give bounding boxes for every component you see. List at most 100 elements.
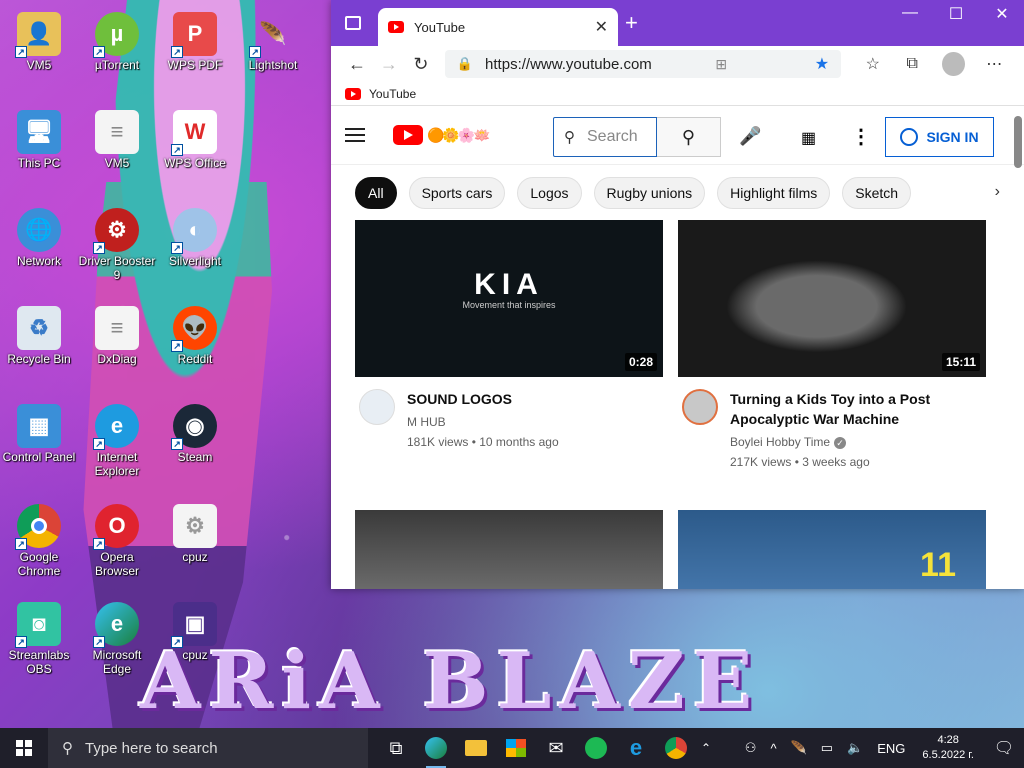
chip-rugby-unions[interactable]: Rugby unions bbox=[593, 176, 706, 209]
people-icon[interactable]: ⚇ bbox=[738, 740, 764, 756]
favorite-star-icon[interactable]: ★ bbox=[815, 54, 829, 74]
video-channel[interactable]: M HUB bbox=[407, 415, 559, 429]
task-view-icon[interactable]: ⧉ bbox=[376, 728, 416, 768]
chrome-icon[interactable] bbox=[656, 728, 696, 768]
app-available-icon[interactable]: ⊞ bbox=[715, 56, 727, 73]
video-card[interactable]: 15:11 Turning a Kids Toy into a Post Apo… bbox=[678, 220, 986, 469]
desktop-icon-utorrent[interactable]: µ ↗ µTorrent bbox=[78, 8, 156, 104]
feather-tray-icon[interactable]: 🪶 bbox=[784, 740, 814, 756]
desktop-icon-recycle-bin[interactable]: ♻ Recycle Bin bbox=[0, 302, 78, 398]
desktop-icon-streamlabs-obs[interactable]: ◙ ↗ Streamlabs OBS bbox=[0, 598, 78, 694]
video-title[interactable]: SOUND LOGOS bbox=[407, 389, 559, 409]
url-field[interactable]: 🔒 https://www.youtube.com ⊞ ★ bbox=[444, 50, 842, 78]
chip-all[interactable]: All bbox=[355, 176, 397, 209]
desktop-icon-silverlight[interactable]: ◐ ↗ Silverlight bbox=[156, 204, 234, 300]
desktop-icon-network[interactable]: 🌐 Network bbox=[0, 204, 78, 300]
start-button[interactable] bbox=[0, 728, 48, 768]
video-card[interactable] bbox=[355, 510, 663, 589]
desktop-icon-driver-booster[interactable]: ⚙ ↗ Driver Booster 9 bbox=[78, 204, 156, 300]
video-thumbnail[interactable]: KIA Movement that inspires 0:28 bbox=[355, 220, 663, 377]
taskbar-apps: ⧉ ✉ e ⌃ bbox=[376, 728, 716, 768]
desktop-icon-cpuz[interactable]: ▣ ↗ cpuz bbox=[156, 598, 234, 694]
desktop-icon-steam[interactable]: ◉ ↗ Steam bbox=[156, 400, 234, 496]
clock[interactable]: 4:28 6.5.2022 г. bbox=[912, 733, 984, 763]
favorites-bar-youtube[interactable]: YouTube bbox=[369, 87, 416, 101]
network-tray-icon[interactable]: ▭ bbox=[814, 740, 840, 756]
new-tab-button[interactable]: + bbox=[625, 10, 638, 36]
search-input[interactable]: ⚲ Search bbox=[553, 117, 657, 157]
menu-hamburger-icon[interactable] bbox=[345, 128, 365, 142]
utorrent-icon: µ ↗ bbox=[93, 12, 139, 58]
lock-icon[interactable]: 🔒 bbox=[457, 56, 473, 72]
desktop-icon-google-chrome[interactable]: ↗ Google Chrome bbox=[0, 500, 78, 596]
video-title[interactable]: Turning a Kids Toy into a Post Apocalypt… bbox=[730, 389, 986, 429]
jersey-number-text: 11 bbox=[920, 546, 956, 584]
video-thumbnail[interactable] bbox=[355, 510, 663, 589]
microphone-icon[interactable]: 🎤 bbox=[739, 126, 761, 147]
desktop-icon-opera[interactable]: O ↗ Opera Browser bbox=[78, 500, 156, 596]
volume-icon[interactable]: 🔈 bbox=[840, 740, 870, 756]
chevron-right-icon[interactable]: › bbox=[995, 183, 1000, 201]
address-bar: ← → ↻ 🔒 https://www.youtube.com ⊞ ★ ☆ ⧉ … bbox=[331, 46, 1024, 82]
channel-avatar[interactable] bbox=[359, 389, 395, 425]
video-card[interactable]: 11 bbox=[678, 510, 986, 589]
notifications-icon[interactable]: 🗨 bbox=[984, 738, 1024, 758]
wps-pdf-icon: P ↗ bbox=[171, 12, 217, 58]
video-thumbnail[interactable]: 11 bbox=[678, 510, 986, 589]
show-hidden-icons-chevron-icon[interactable]: ^ bbox=[763, 741, 783, 756]
internet-explorer-icon[interactable]: e bbox=[616, 728, 656, 768]
desktop-icon-cpuz-file[interactable]: ⚙ cpuz bbox=[156, 500, 234, 596]
favorites-icon[interactable]: ☆ bbox=[853, 54, 892, 74]
apps-grid-icon[interactable]: ▦ bbox=[801, 128, 816, 148]
folder-user-icon: 👤 ↗ bbox=[15, 12, 61, 58]
desktop-icon-control-panel[interactable]: ▦ Control Panel bbox=[0, 400, 78, 496]
collections-icon[interactable]: ⧉ bbox=[893, 55, 932, 73]
youtube-logo[interactable]: 🟠🌼🌸🪷 bbox=[393, 125, 491, 145]
settings-more-icon[interactable]: ⋯ bbox=[975, 54, 1014, 74]
desktop-icon-vm5[interactable]: 👤 ↗ VM5 bbox=[0, 8, 78, 104]
desktop-icon-lightshot[interactable]: 🪶 ↗ Lightshot bbox=[234, 8, 312, 104]
video-thumbnail[interactable]: 15:11 bbox=[678, 220, 986, 377]
file-explorer-icon[interactable] bbox=[456, 728, 496, 768]
close-tab-icon[interactable]: ✕ bbox=[595, 17, 608, 37]
browser-titlebar: YouTube ✕ + — ☐ ✕ bbox=[331, 0, 1024, 46]
language-indicator[interactable]: ENG bbox=[870, 741, 912, 756]
desktop-icon-vm5-file[interactable]: ≡ VM5 bbox=[78, 106, 156, 202]
back-button[interactable]: ← bbox=[341, 54, 373, 75]
channel-avatar[interactable] bbox=[682, 389, 718, 425]
close-window-button[interactable]: ✕ bbox=[979, 4, 1024, 24]
search-button[interactable]: ⚲ bbox=[657, 117, 721, 157]
desktop-icon-microsoft-edge[interactable]: e ↗ Microsoft Edge bbox=[78, 598, 156, 694]
spotify-icon[interactable] bbox=[576, 728, 616, 768]
maximize-button[interactable]: ☐ bbox=[933, 4, 979, 24]
video-card[interactable]: KIA Movement that inspires 0:28 SOUND LO… bbox=[355, 220, 663, 449]
video-channel-row[interactable]: Boylei Hobby Time ✓ bbox=[730, 435, 986, 449]
minimize-button[interactable]: — bbox=[887, 4, 933, 22]
desktop-icon-internet-explorer[interactable]: e ↗ Internet Explorer bbox=[78, 400, 156, 496]
taskbar-edge-icon[interactable] bbox=[416, 728, 456, 768]
more-vert-icon[interactable]: ⋮ bbox=[851, 124, 871, 149]
desktop-icon-wps-office[interactable]: W ↗ WPS Office bbox=[156, 106, 234, 202]
sign-in-label: SIGN IN bbox=[926, 129, 979, 145]
page-scrollbar[interactable] bbox=[1014, 116, 1022, 168]
chip-sketch[interactable]: Sketch bbox=[842, 176, 912, 209]
microsoft-store-icon[interactable] bbox=[496, 728, 536, 768]
tab-youtube[interactable]: YouTube ✕ bbox=[378, 8, 618, 46]
taskbar-overflow-icon[interactable]: ⌃ bbox=[696, 728, 716, 768]
tab-actions-icon[interactable] bbox=[345, 16, 361, 30]
chip-logos[interactable]: Logos bbox=[517, 176, 582, 209]
forward-button[interactable]: → bbox=[373, 54, 405, 75]
windows-logo-icon bbox=[16, 740, 32, 756]
taskbar-search-box[interactable]: ⚲ Type here to search bbox=[48, 728, 368, 768]
desktop-icon-wps-pdf[interactable]: P ↗ WPS PDF bbox=[156, 8, 234, 104]
desktop-icon-dxdiag[interactable]: ≡ DxDiag bbox=[78, 302, 156, 398]
chip-sports-cars[interactable]: Sports cars bbox=[408, 176, 506, 209]
refresh-button[interactable]: ↻ bbox=[405, 54, 437, 75]
mail-icon[interactable]: ✉ bbox=[536, 728, 576, 768]
profile-avatar[interactable] bbox=[941, 52, 965, 76]
sign-in-button[interactable]: SIGN IN bbox=[885, 117, 994, 157]
desktop-icon-this-pc[interactable]: 🖥 This PC bbox=[0, 106, 78, 202]
thumb-slogan-text: Movement that inspires bbox=[462, 300, 556, 310]
chip-highlight-films[interactable]: Highlight films bbox=[717, 176, 831, 209]
desktop-icon-reddit[interactable]: 👽 ↗ Reddit bbox=[156, 302, 234, 398]
